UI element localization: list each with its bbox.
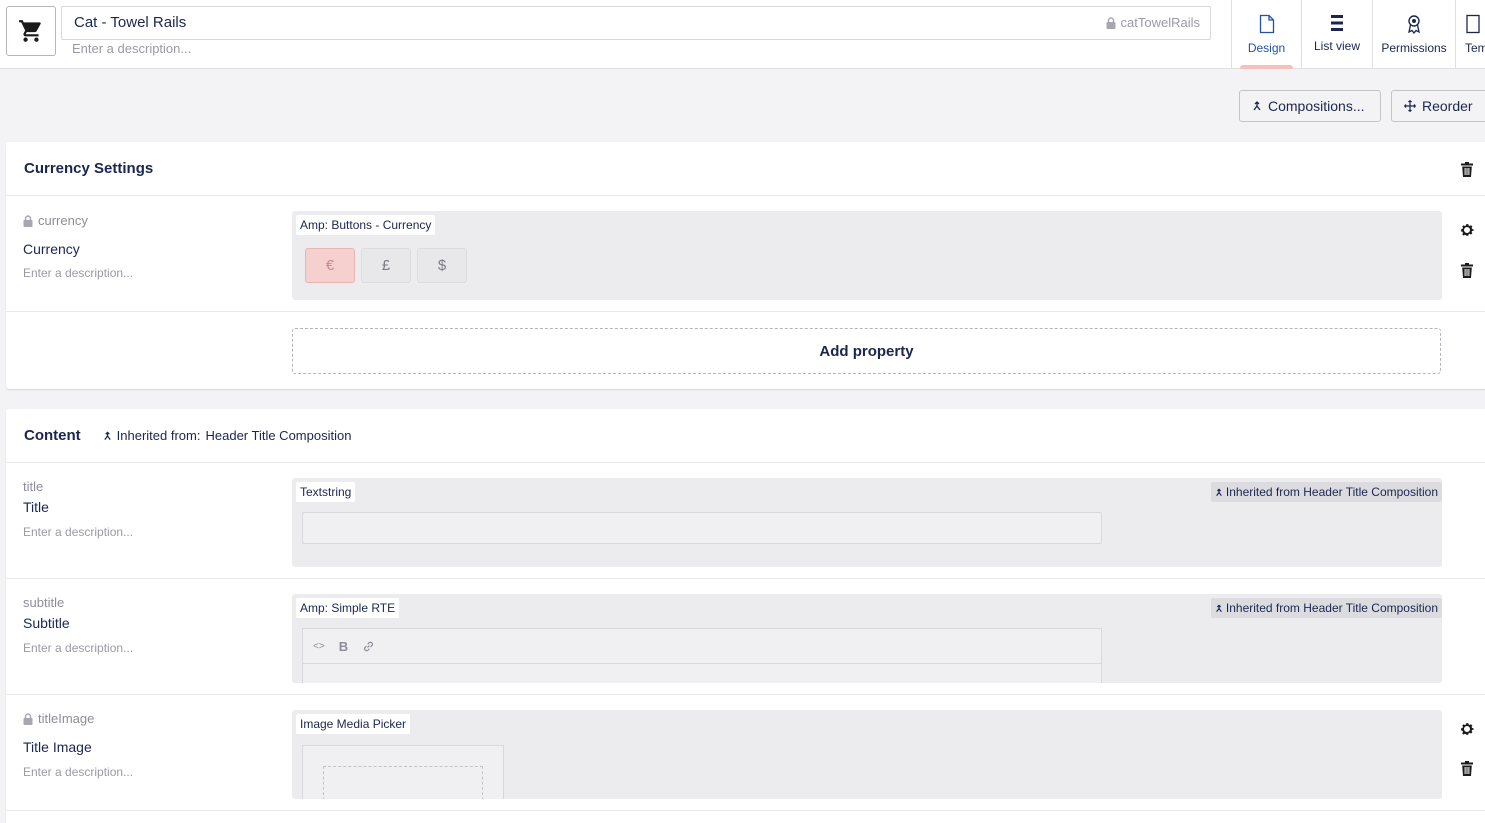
compositions-button[interactable]: Compositions... bbox=[1239, 90, 1381, 122]
editor-tag: Textstring bbox=[296, 482, 356, 502]
property-currency[interactable]: currency Currency Enter a description...… bbox=[6, 196, 1485, 312]
bold-icon: B bbox=[338, 638, 349, 654]
property-name: Title bbox=[23, 499, 49, 515]
lock-icon bbox=[1106, 17, 1116, 29]
property-alias: subtitle bbox=[23, 595, 65, 610]
property-alias-text: titleImage bbox=[38, 711, 95, 726]
trash-icon bbox=[1461, 161, 1473, 177]
inherited-tag: Inherited from Header Title Composition bbox=[1210, 598, 1442, 618]
property-alias: titleImage bbox=[23, 711, 94, 726]
tab-permissions[interactable]: Permissions bbox=[1372, 0, 1455, 69]
name-field[interactable]: Cat - Towel Rails catTowelRails bbox=[61, 6, 1211, 40]
top-bar: Cat - Towel Rails catTowelRails Enter a … bbox=[0, 0, 1485, 69]
group-title[interactable]: Currency Settings bbox=[24, 160, 153, 177]
reorder-label: Reorder bbox=[1422, 98, 1473, 114]
add-property-button[interactable]: Add property bbox=[292, 328, 1441, 374]
compositions-label: Compositions... bbox=[1268, 98, 1365, 114]
editor-tag: Amp: Simple RTE bbox=[296, 598, 400, 618]
property-alias: title bbox=[23, 479, 44, 494]
property-settings-button[interactable] bbox=[1458, 720, 1476, 738]
list-icon bbox=[1331, 15, 1343, 31]
rte-toolbar: <> B bbox=[303, 629, 1101, 664]
group-header: Currency Settings bbox=[6, 142, 1485, 196]
inherited-tag-text: Inherited from Header Title Composition bbox=[1225, 485, 1438, 499]
award-icon bbox=[1408, 15, 1420, 34]
group-currency-settings: Currency Settings currency Currency Ente… bbox=[6, 142, 1485, 389]
property-description: Enter a description... bbox=[23, 525, 134, 539]
alias-value: catTowelRails bbox=[1120, 15, 1200, 30]
tab-templates-label: Templates bbox=[1465, 41, 1485, 55]
document-icon bbox=[1259, 14, 1274, 34]
merge-icon bbox=[103, 431, 111, 440]
media-picker-preview bbox=[302, 745, 504, 799]
tab-list-view[interactable]: List view bbox=[1301, 0, 1372, 69]
group-title: Content bbox=[24, 427, 81, 444]
lock-icon bbox=[23, 712, 33, 725]
code-icon: <> bbox=[313, 640, 325, 652]
property-name[interactable]: Title Image bbox=[23, 739, 92, 755]
tab-templates[interactable]: Templates bbox=[1455, 0, 1485, 69]
tab-design[interactable]: Design bbox=[1231, 0, 1301, 69]
merge-icon bbox=[1253, 101, 1261, 111]
currency-pound-button[interactable]: £ bbox=[361, 248, 411, 283]
inherited-from-label: Inherited from: Header Title Composition bbox=[103, 428, 352, 443]
inherited-tag: Inherited from Header Title Composition bbox=[1210, 482, 1442, 502]
app-tabs: Design List view Permissions Templates bbox=[1231, 0, 1485, 69]
currency-euro-button[interactable]: € bbox=[305, 248, 355, 283]
description-field[interactable]: Enter a description... bbox=[72, 41, 191, 57]
property-alias: currency bbox=[23, 213, 88, 228]
textstring-preview-input bbox=[302, 512, 1102, 544]
trash-icon bbox=[1461, 262, 1473, 278]
property-title-image[interactable]: titleImage Title Image Enter a descripti… bbox=[6, 695, 1485, 811]
property-name[interactable]: Currency bbox=[23, 241, 80, 257]
link-icon bbox=[364, 641, 374, 651]
reorder-button[interactable]: Reorder bbox=[1391, 90, 1485, 122]
currency-dollar-button[interactable]: $ bbox=[417, 248, 467, 283]
gear-icon bbox=[1461, 224, 1474, 236]
property-preview: Amp: Simple RTE Inherited from Header Ti… bbox=[292, 594, 1442, 683]
property-description[interactable]: Enter a description... bbox=[23, 765, 133, 779]
tab-design-label: Design bbox=[1247, 41, 1286, 55]
name-value[interactable]: Cat - Towel Rails bbox=[74, 7, 186, 39]
move-icon bbox=[1404, 100, 1416, 112]
gear-icon bbox=[1461, 723, 1474, 735]
doctype-icon-picker[interactable] bbox=[6, 6, 56, 56]
editor-tag: Amp: Buttons - Currency bbox=[296, 215, 436, 235]
group-content: Content Inherited from: Header Title Com… bbox=[6, 409, 1485, 823]
property-settings-button[interactable] bbox=[1458, 221, 1476, 239]
shopping-cart-icon bbox=[19, 20, 41, 42]
tab-permissions-label: Permissions bbox=[1381, 41, 1447, 55]
property-preview[interactable]: Amp: Buttons - Currency € £ $ bbox=[292, 211, 1442, 300]
property-alias-text: currency bbox=[38, 213, 88, 228]
property-subtitle: subtitle Subtitle Enter a description...… bbox=[6, 579, 1485, 695]
property-preview[interactable]: Image Media Picker bbox=[292, 710, 1442, 799]
trash-icon bbox=[1461, 760, 1473, 776]
property-name: Subtitle bbox=[23, 615, 70, 631]
editor-tag: Image Media Picker bbox=[296, 714, 411, 734]
alias-field[interactable]: catTowelRails bbox=[1106, 7, 1200, 39]
property-description: Enter a description... bbox=[23, 641, 134, 655]
group-header: Content Inherited from: Header Title Com… bbox=[6, 409, 1485, 463]
template-icon bbox=[1466, 14, 1480, 34]
merge-icon bbox=[1216, 603, 1222, 612]
rte-preview: <> B bbox=[302, 628, 1102, 683]
property-title: title Title Enter a description... Texts… bbox=[6, 463, 1485, 579]
property-description[interactable]: Enter a description... bbox=[23, 266, 133, 280]
lock-icon bbox=[23, 214, 33, 227]
property-preview: Textstring Inherited from Header Title C… bbox=[292, 478, 1442, 567]
delete-group-button[interactable] bbox=[1458, 160, 1476, 178]
tab-list-view-label: List view bbox=[1313, 39, 1360, 53]
property-delete-button[interactable] bbox=[1458, 759, 1476, 777]
inherited-tag-text: Inherited from Header Title Composition bbox=[1225, 601, 1438, 615]
media-picker-dropzone bbox=[323, 766, 483, 799]
merge-icon bbox=[1216, 487, 1222, 496]
inherited-prefix: Inherited from: bbox=[116, 428, 201, 443]
inherited-source: Header Title Composition bbox=[205, 428, 352, 443]
property-delete-button[interactable] bbox=[1458, 261, 1476, 279]
